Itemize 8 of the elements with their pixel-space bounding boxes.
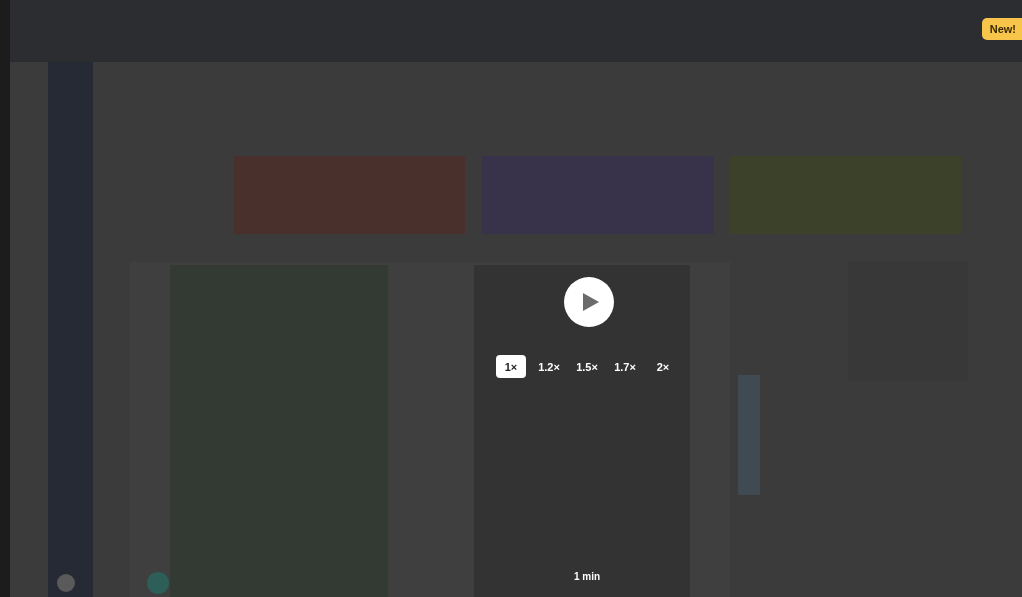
play-icon (582, 292, 600, 312)
speed-option[interactable]: 1.5× (572, 355, 602, 378)
duration-label: 1 min (573, 571, 601, 582)
new-badge[interactable]: New! (981, 18, 1022, 40)
speed-option[interactable]: 1× (496, 355, 526, 378)
speed-option[interactable]: 1.7× (610, 355, 640, 378)
speed-option[interactable]: 2× (648, 355, 678, 378)
speed-option[interactable]: 1.2× (534, 355, 564, 378)
